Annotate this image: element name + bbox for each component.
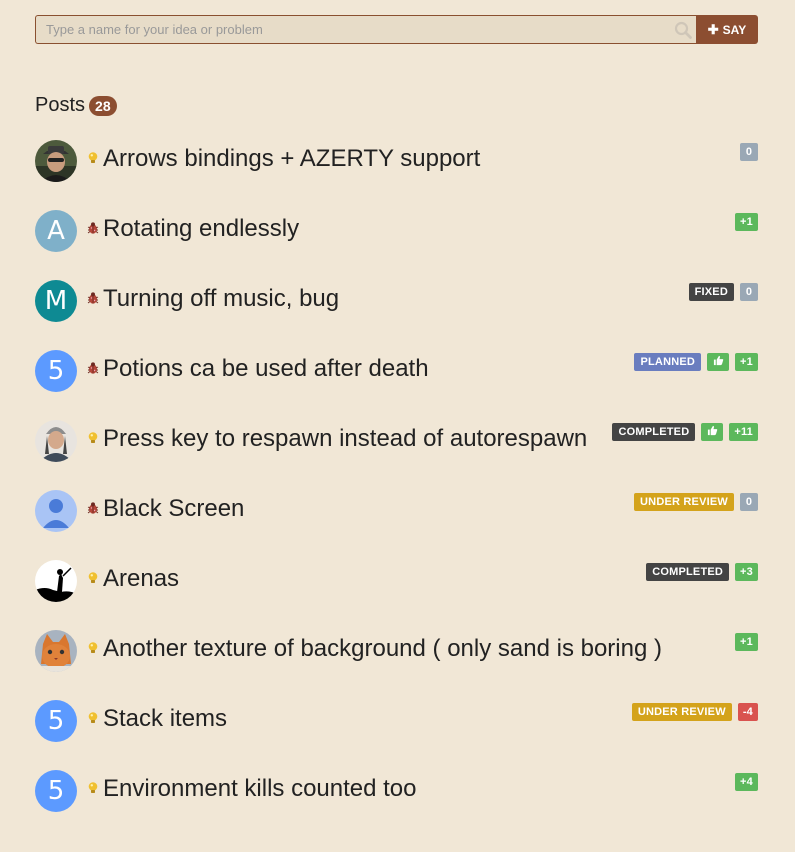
bug-icon xyxy=(86,501,100,515)
post-badges: UNDER REVIEW 0 xyxy=(634,493,758,511)
post-row[interactable]: Arrows bindings + AZERTY support 0 xyxy=(35,140,758,210)
post-title-link[interactable]: Stack items xyxy=(103,705,227,733)
post-row[interactable]: Another texture of background ( only san… xyxy=(35,630,758,700)
votes-badge: -4 xyxy=(737,703,758,721)
post-row[interactable]: Arenas COMPLETED +3 xyxy=(35,560,758,630)
post-badges: COMPLETED +3 xyxy=(646,563,758,581)
avatar[interactable] xyxy=(35,490,77,532)
avatar[interactable]: M xyxy=(35,280,77,322)
posts-count-badge: 28 xyxy=(89,95,117,116)
avatar[interactable]: 5 xyxy=(35,770,77,812)
post-title-link[interactable]: Turning off music, bug xyxy=(103,285,339,313)
post-title-link[interactable]: Arenas xyxy=(103,565,179,593)
votes-badge: 0 xyxy=(740,493,758,511)
bug-icon xyxy=(86,291,100,305)
avatar[interactable] xyxy=(35,560,77,602)
votes-badge: +1 xyxy=(735,213,758,231)
search-input-wrap xyxy=(35,15,696,44)
votes-badge: +1 xyxy=(735,353,758,371)
post-row[interactable]: Black Screen UNDER REVIEW 0 xyxy=(35,490,758,560)
votes-badge: 0 xyxy=(740,283,758,301)
status-badge: PLANNED xyxy=(634,353,702,371)
votes-badge: +11 xyxy=(729,423,758,441)
votes-badge: 0 xyxy=(740,143,758,161)
lightbulb-icon xyxy=(86,571,100,585)
post-title-link[interactable]: Potions ca be used after death xyxy=(103,355,429,383)
post-badges: +1 xyxy=(735,633,758,651)
post-badges: FIXED 0 xyxy=(688,283,758,301)
avatar[interactable]: 5 xyxy=(35,350,77,392)
lightbulb-icon xyxy=(86,151,100,165)
post-row[interactable]: M Turning off music, bug FIXED 0 xyxy=(35,280,758,350)
bug-icon xyxy=(86,361,100,375)
lightbulb-icon xyxy=(86,641,100,655)
avatar[interactable] xyxy=(35,630,77,672)
post-badges: 0 xyxy=(740,143,758,161)
avatar[interactable]: 5 xyxy=(35,700,77,742)
avatar-letter: A xyxy=(47,216,65,246)
avatar[interactable] xyxy=(35,140,77,182)
posts-header: Posts 28 xyxy=(35,94,117,117)
post-title-link[interactable]: Press key to respawn instead of autoresp… xyxy=(103,425,587,453)
post-badges: +1 xyxy=(735,213,758,231)
thumbs-up-icon[interactable] xyxy=(701,423,724,441)
post-row[interactable]: Press key to respawn instead of autoresp… xyxy=(35,420,758,490)
post-row[interactable]: 5 Potions ca be used after death PLANNED +1 xyxy=(35,350,758,420)
search-input[interactable] xyxy=(36,16,696,43)
say-button[interactable]: ✚ SAY xyxy=(696,15,758,44)
status-badge: UNDER REVIEW xyxy=(634,493,734,511)
post-badges: UNDER REVIEW -4 xyxy=(631,703,758,721)
posts-title: Posts xyxy=(35,94,86,116)
plus-icon: ✚ xyxy=(707,22,719,37)
post-row[interactable]: 5 Environment kills counted too +4 xyxy=(35,770,758,840)
bug-icon xyxy=(86,221,100,235)
avatar[interactable]: A xyxy=(35,210,77,252)
say-button-label: SAY xyxy=(722,22,747,37)
lightbulb-icon xyxy=(86,431,100,445)
avatar-letter: 5 xyxy=(47,776,65,806)
post-badges: +4 xyxy=(735,773,758,791)
avatar-letter: 5 xyxy=(47,356,65,386)
post-badges: COMPLETED +11 xyxy=(612,423,758,441)
post-title-link[interactable]: Black Screen xyxy=(103,495,244,523)
search-bar: ✚ SAY xyxy=(35,15,758,44)
status-badge: FIXED xyxy=(688,283,734,301)
status-badge: COMPLETED xyxy=(612,423,696,441)
avatar-letter: M xyxy=(44,286,68,316)
post-title-link[interactable]: Rotating endlessly xyxy=(103,215,299,243)
votes-badge: +4 xyxy=(735,773,758,791)
post-row[interactable]: A Rotating endlessly +1 xyxy=(35,210,758,280)
avatar-letter: 5 xyxy=(47,706,65,736)
search-icon[interactable] xyxy=(674,21,692,39)
lightbulb-icon xyxy=(86,711,100,725)
post-title-link[interactable]: Environment kills counted too xyxy=(103,775,417,803)
post-row[interactable]: 5 Stack items UNDER REVIEW -4 xyxy=(35,700,758,770)
votes-badge: +3 xyxy=(735,563,758,581)
avatar[interactable] xyxy=(35,420,77,462)
status-badge: UNDER REVIEW xyxy=(631,703,732,721)
post-list: Arrows bindings + AZERTY support 0 A Rotati… xyxy=(35,140,758,840)
post-title-link[interactable]: Arrows bindings + AZERTY support xyxy=(103,145,480,173)
votes-badge: +1 xyxy=(735,633,758,651)
lightbulb-icon xyxy=(86,781,100,795)
post-title-link[interactable]: Another texture of background ( only san… xyxy=(103,635,662,663)
thumbs-up-icon[interactable] xyxy=(707,353,730,371)
post-badges: PLANNED +1 xyxy=(634,353,758,371)
status-badge: COMPLETED xyxy=(646,563,730,581)
